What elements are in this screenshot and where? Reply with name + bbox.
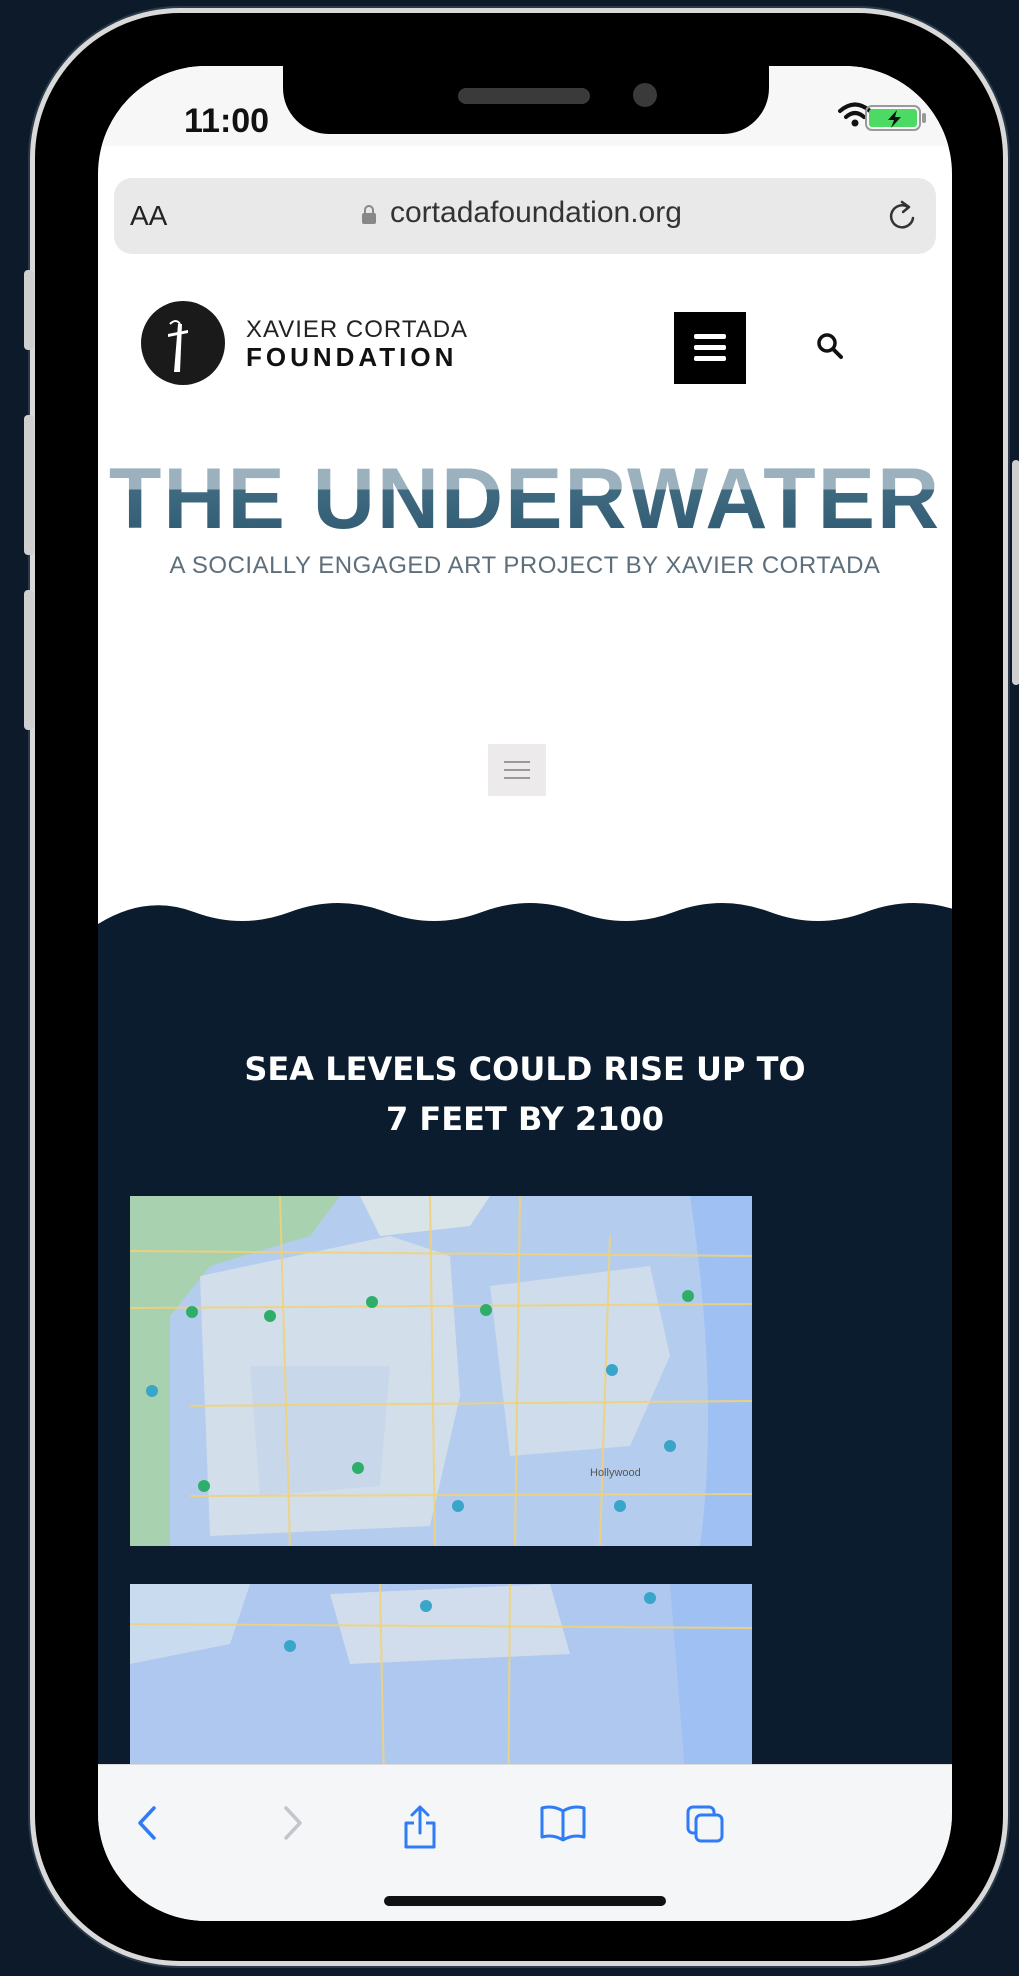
bookmarks-icon[interactable] [538, 1803, 588, 1843]
mute-switch [24, 270, 34, 350]
wave-divider [98, 903, 952, 944]
hamburger-line [694, 345, 726, 350]
web-page: XAVIER CORTADA FOUNDATION THE UNDERWATER… [98, 264, 952, 1819]
power-button [1012, 460, 1019, 685]
phone-screen: 11:00 AA cortadafoundation.org XAVIER CO… [98, 66, 952, 1921]
volume-up-button [24, 415, 34, 555]
earpiece-speaker [458, 88, 590, 104]
device-notch [283, 66, 769, 134]
front-camera [633, 83, 657, 107]
headline-line-1: SEA LEVELS COULD RISE UP TO [244, 1050, 806, 1088]
menu-line [504, 769, 530, 771]
flood-map-image[interactable]: Hollywood [130, 1196, 752, 1546]
reload-icon[interactable] [886, 198, 920, 234]
volume-down-button [24, 590, 34, 730]
battery-icon [865, 105, 926, 131]
tabs-icon[interactable] [684, 1803, 728, 1847]
secondary-menu-button[interactable] [488, 744, 546, 796]
headline-line-2: 7 FEET BY 2100 [386, 1100, 664, 1138]
project-title: THE UNDERWATER [98, 450, 952, 549]
search-icon[interactable] [816, 332, 844, 360]
main-menu-button[interactable] [674, 312, 746, 384]
back-icon[interactable] [134, 1803, 162, 1843]
address-bar[interactable]: AA cortadafoundation.org [114, 178, 936, 254]
home-indicator[interactable] [384, 1896, 666, 1906]
url-text[interactable]: cortadafoundation.org [390, 196, 682, 230]
logo-text-top[interactable]: XAVIER CORTADA [246, 316, 468, 344]
reader-settings-button[interactable]: AA [130, 200, 167, 232]
forward-icon[interactable] [278, 1803, 306, 1843]
menu-line [504, 761, 530, 763]
share-icon[interactable] [400, 1803, 440, 1851]
lock-icon [362, 205, 376, 224]
hamburger-line [694, 334, 726, 339]
foundation-logo[interactable] [140, 300, 226, 386]
sea-level-headline: SEA LEVELS COULD RISE UP TO 7 FEET BY 21… [98, 1044, 952, 1144]
project-subtitle: A SOCIALLY ENGAGED ART PROJECT BY XAVIER… [169, 552, 881, 579]
hamburger-line [694, 356, 726, 361]
map-label-hollywood: Hollywood [590, 1467, 641, 1479]
status-time: 11:00 [184, 102, 270, 140]
logo-text-bottom[interactable]: FOUNDATION [246, 342, 457, 373]
menu-line [504, 777, 530, 779]
